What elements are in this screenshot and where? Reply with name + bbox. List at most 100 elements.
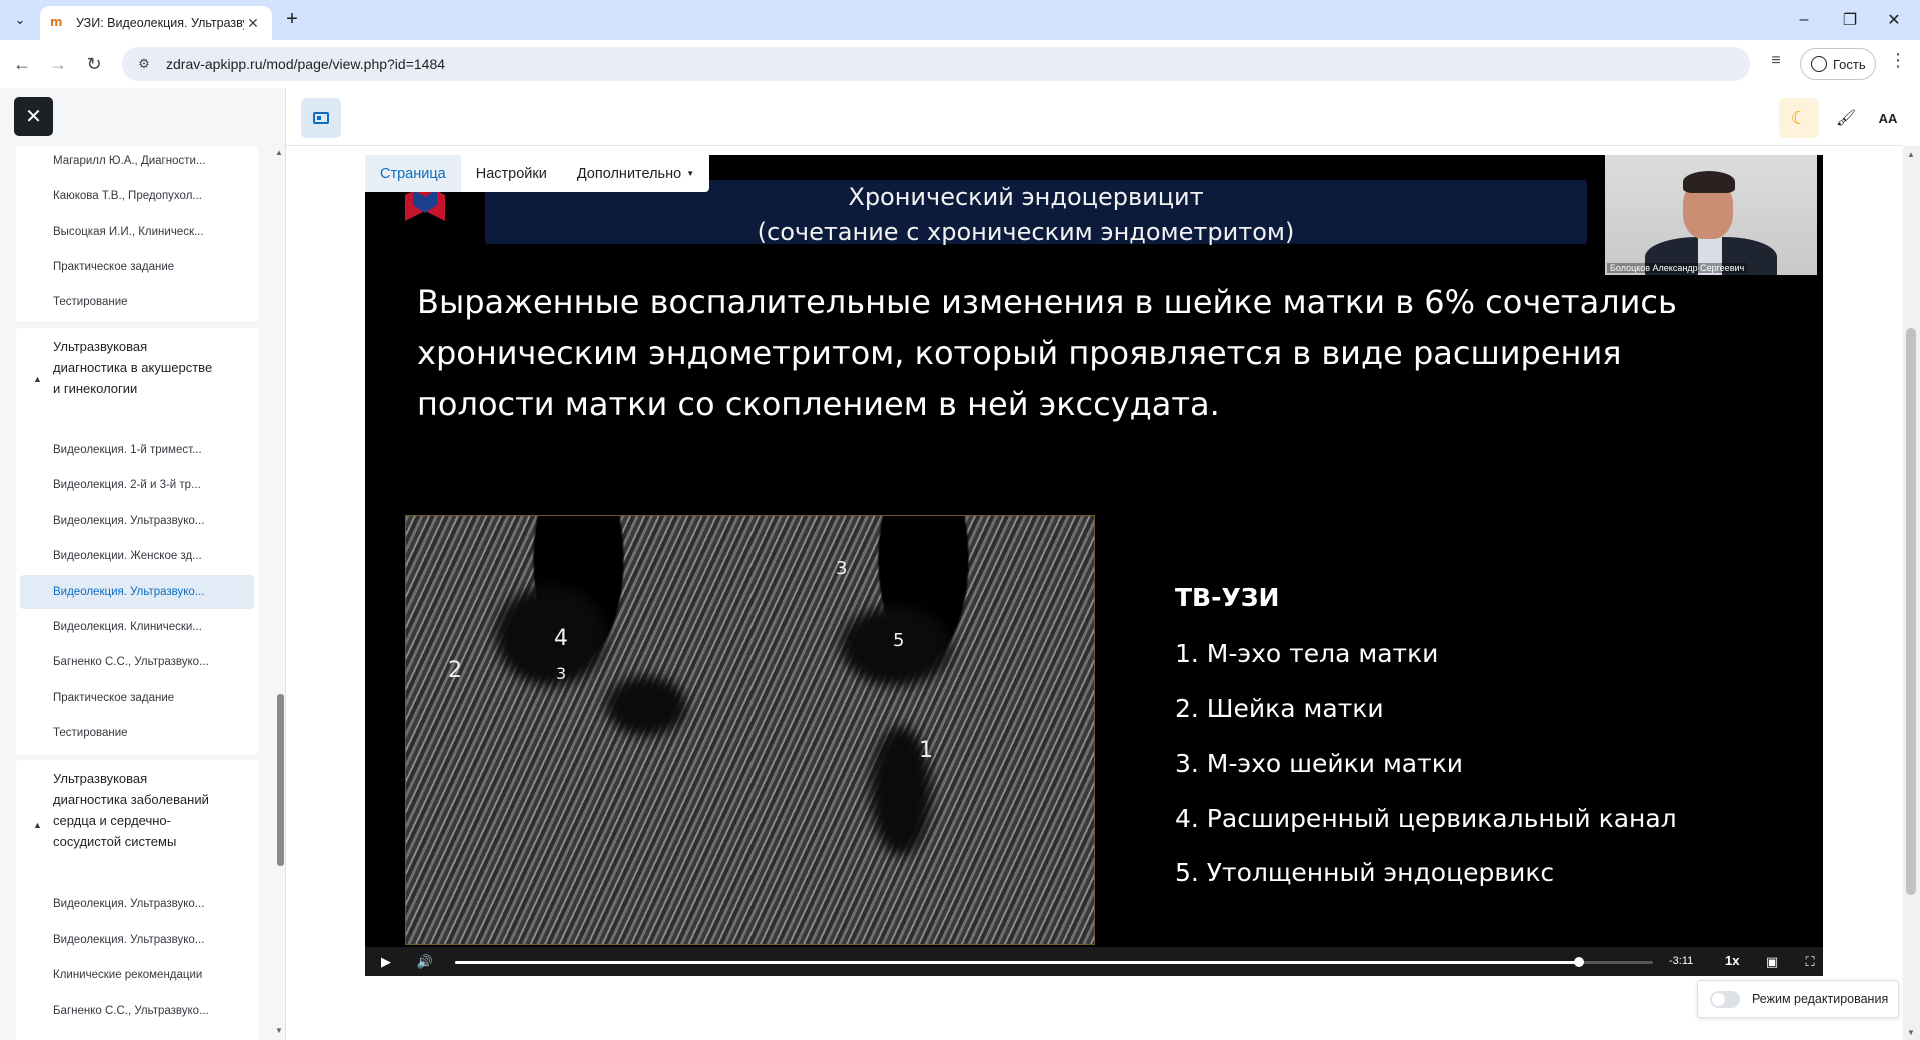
image-marker: 4 bbox=[554, 626, 568, 651]
ultrasound-image: 4 3 2 3 5 1 bbox=[405, 515, 1095, 945]
profile-button[interactable]: Гость bbox=[1800, 48, 1876, 80]
address-bar[interactable]: ⚙ zdrav-apkipp.ru/mod/page/view.php?id=1… bbox=[122, 47, 1750, 81]
browser-tab-strip: ⌄ m УЗИ: Видеолекция. Ультразвук ✕ + – ❐… bbox=[0, 0, 1920, 40]
course-item[interactable]: Практическое задание bbox=[53, 261, 174, 273]
course-item[interactable]: Каюкова Т.В., Предопухол... bbox=[53, 190, 202, 202]
tab-search-chevron-icon[interactable]: ⌄ bbox=[8, 9, 32, 31]
ultrasound-pane-right bbox=[751, 516, 1094, 944]
course-item[interactable]: Видеолекция. Ультразвуко... bbox=[53, 515, 204, 527]
course-item[interactable]: Практическое задание bbox=[53, 692, 174, 704]
font-size-button[interactable]: AA bbox=[1868, 98, 1908, 138]
image-marker: 2 bbox=[448, 658, 462, 683]
url-text[interactable]: zdrav-apkipp.ru/mod/page/view.php?id=148… bbox=[166, 56, 445, 72]
slide-body-line: Выраженные воспалительные изменения в ше… bbox=[417, 283, 1677, 321]
course-item[interactable]: Видеолекция. 1-й тримест... bbox=[53, 444, 202, 456]
course-item[interactable]: Видеолекции. Женское зд... bbox=[53, 550, 202, 562]
browser-menu-kebab-icon[interactable]: ⋮ bbox=[1886, 50, 1910, 78]
video-progress-bar[interactable] bbox=[455, 957, 1653, 967]
video-control-bar: ▶ 🔊 -3:11 1x ▣ ⛶ bbox=[365, 947, 1823, 976]
browser-tab-active[interactable]: m УЗИ: Видеолекция. Ультразвук ✕ bbox=[40, 6, 272, 40]
legend-item: 3. М-эхо шейки матки bbox=[1175, 749, 1464, 778]
ultrasound-pane-left bbox=[406, 516, 751, 944]
image-marker: 3 bbox=[556, 664, 567, 683]
tab-more-label: Дополнительно bbox=[576, 165, 682, 182]
forward-arrow-icon[interactable]: → bbox=[44, 50, 72, 78]
edit-mode-switch[interactable] bbox=[1710, 990, 1740, 1008]
slide-body-line: полости матки со скоплением в ней экссуд… bbox=[417, 385, 1220, 423]
site-favicon-icon: m bbox=[50, 15, 63, 29]
page-scrollbar-thumb[interactable] bbox=[1906, 328, 1916, 895]
caret-down-icon: ▼ bbox=[686, 169, 695, 178]
playback-speed-button[interactable]: 1x bbox=[1725, 953, 1739, 968]
legend-item: 1. М-эхо тела матки bbox=[1175, 639, 1439, 668]
course-item[interactable]: Тестирование bbox=[53, 296, 128, 308]
media-controls-icon[interactable]: ≡ bbox=[1764, 52, 1788, 76]
drawer-scrollbar-thumb[interactable] bbox=[277, 694, 284, 866]
image-marker: 5 bbox=[893, 630, 905, 651]
section-collapse-caret-icon[interactable]: ▲ bbox=[33, 374, 42, 384]
course-index-toggle-button[interactable] bbox=[301, 98, 341, 138]
window-close-icon[interactable]: ✕ bbox=[1872, 6, 1916, 34]
presenter-webcam: Болоцков Александр Сергеевич bbox=[1605, 155, 1817, 275]
section-title-cardio[interactable]: Ультразвуковая диагностика заболеваний с… bbox=[53, 768, 223, 852]
play-icon[interactable]: ▶ bbox=[375, 951, 397, 973]
time-remaining: -3:11 bbox=[1669, 955, 1694, 967]
drawer-scroll-up-arrow-icon[interactable]: ▲ bbox=[275, 148, 283, 157]
course-index-drawer: ✕ ▲ Магарилл Ю.А., Диагности... Каюкова … bbox=[0, 88, 286, 1040]
section-title-obstetrics[interactable]: Ультразвуковая диагностика в акушерстве … bbox=[53, 336, 223, 399]
course-item-current[interactable]: Видеолекция. Ультразвуко... bbox=[53, 586, 204, 598]
window-restore-icon[interactable]: ❐ bbox=[1828, 6, 1872, 34]
video-progress-knob[interactable] bbox=[1573, 957, 1584, 967]
slide-body-text: Выраженные воспалительные изменения в ше… bbox=[417, 277, 1787, 430]
legend-title: ТВ-УЗИ bbox=[1175, 583, 1280, 612]
site-info-tune-icon[interactable]: ⚙ bbox=[134, 56, 154, 72]
page-scroll-down-arrow-icon[interactable]: ▼ bbox=[1907, 1028, 1915, 1037]
profile-label: Гость bbox=[1833, 56, 1866, 72]
drawer-close-button[interactable]: ✕ bbox=[14, 97, 53, 136]
secondary-navigation: Страница Настройки Дополнительно ▼ bbox=[365, 155, 710, 192]
course-item[interactable]: Видеолекция. Клинически... bbox=[53, 621, 202, 633]
sidebar-panel-icon bbox=[313, 112, 329, 124]
video-progress-fill bbox=[455, 961, 1579, 964]
course-item[interactable]: Тестирование bbox=[53, 727, 128, 739]
course-item[interactable]: Видеолекция. Ультразвуко... bbox=[53, 898, 204, 910]
course-item[interactable]: Видеолекция. 2-й и 3-й тр... bbox=[53, 479, 201, 491]
paint-roller-icon: 🖌 bbox=[1835, 110, 1857, 127]
drawer-scroll-down-arrow-icon[interactable]: ▼ bbox=[275, 1026, 283, 1035]
course-item[interactable]: Высоцкая И.И., Клиническ... bbox=[53, 226, 204, 238]
edit-mode-toggle[interactable]: Режим редактирования bbox=[1697, 980, 1899, 1018]
new-tab-plus-icon[interactable]: + bbox=[280, 8, 304, 32]
video-player[interactable]: Хронический эндоцервицит (сочетание с хр… bbox=[365, 155, 1823, 976]
page-scroll-up-arrow-icon[interactable]: ▲ bbox=[1907, 150, 1915, 159]
course-item[interactable]: Клинические рекомендации bbox=[53, 969, 202, 981]
back-arrow-icon[interactable]: ← bbox=[8, 50, 36, 78]
dark-mode-moon-button[interactable]: ☾ bbox=[1779, 98, 1819, 138]
tab-page[interactable]: Страница bbox=[365, 155, 461, 192]
tab-settings[interactable]: Настройки bbox=[461, 155, 562, 192]
tab-title: УЗИ: Видеолекция. Ультразвук bbox=[76, 16, 244, 30]
theme-paint-brush-button[interactable]: 🖌 bbox=[1826, 98, 1866, 138]
close-icon: ✕ bbox=[25, 106, 42, 128]
edit-mode-label: Режим редактирования bbox=[1752, 992, 1889, 1006]
tab-settings-label: Настройки bbox=[475, 165, 547, 182]
picture-in-picture-icon[interactable]: ▣ bbox=[1761, 951, 1783, 973]
legend-item: 4. Расширенный цервикальный канал bbox=[1175, 804, 1677, 833]
moon-icon: ☾ bbox=[1790, 107, 1808, 128]
image-marker: 3 bbox=[836, 558, 848, 579]
course-item[interactable]: Багненко С.С., Ультразвуко... bbox=[53, 656, 209, 668]
course-item[interactable]: Магарилл Ю.А., Диагности... bbox=[53, 155, 206, 167]
window-minimize-icon[interactable]: – bbox=[1782, 6, 1826, 34]
slide-body-line: хроническим эндометритом, который проявл… bbox=[417, 334, 1622, 372]
legend-item: 5. Утолщенный эндоцервикс bbox=[1175, 858, 1555, 887]
fullscreen-icon[interactable]: ⛶ bbox=[1799, 951, 1821, 973]
volume-icon[interactable]: 🔊 bbox=[414, 951, 436, 973]
tab-close-icon[interactable]: ✕ bbox=[244, 14, 262, 32]
tab-more-dropdown[interactable]: Дополнительно ▼ bbox=[562, 155, 709, 192]
slide-subtitle-line: (сочетание с хроническим эндометритом) bbox=[757, 218, 1295, 246]
page-header: ☾ 🖌 AA bbox=[286, 88, 1903, 146]
course-item[interactable]: Багненко С.С., Ультразвуко... bbox=[53, 1005, 209, 1017]
tab-page-label: Страница bbox=[380, 165, 446, 182]
section-collapse-caret-icon[interactable]: ▲ bbox=[33, 820, 42, 830]
course-item[interactable]: Видеолекция. Ультразвуко... bbox=[53, 934, 204, 946]
reload-icon[interactable]: ↻ bbox=[80, 50, 108, 78]
